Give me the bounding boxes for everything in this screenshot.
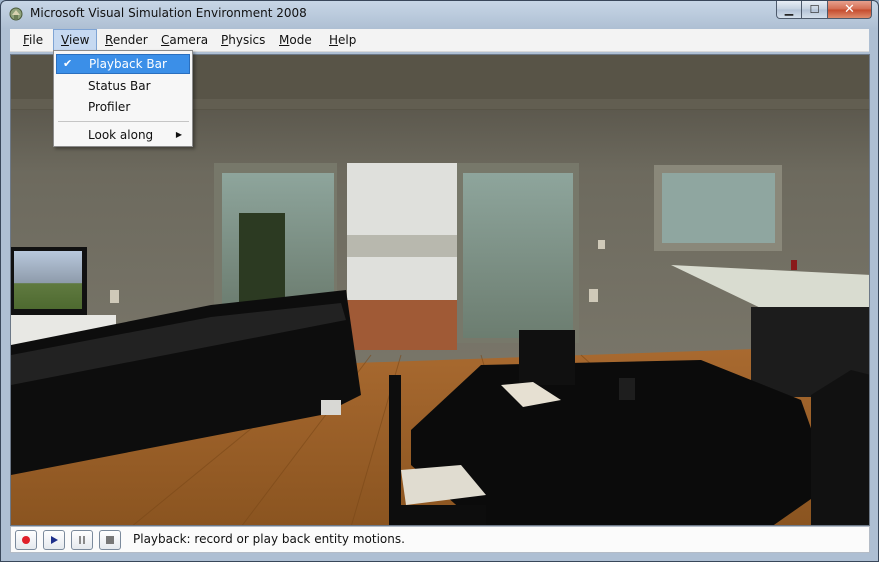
menu-view-label: View — [61, 33, 90, 47]
menu-physics-label: Physics — [221, 33, 266, 47]
menu-mode[interactable]: Mode — [272, 29, 319, 51]
menu-bar: File View Render Camera Physics Mode Hel… — [10, 29, 869, 52]
close-icon: ✕ — [844, 2, 855, 17]
view-menu-dropdown: ✔ Playback Bar Status Bar Profiler Look … — [53, 50, 193, 147]
stop-button[interactable] — [99, 530, 121, 550]
menu-item-label: Playback Bar — [89, 57, 167, 71]
record-button[interactable] — [15, 530, 37, 550]
window-title: Microsoft Visual Simulation Environment … — [30, 6, 307, 20]
app-icon — [9, 7, 23, 21]
app-window: Microsoft Visual Simulation Environment … — [0, 0, 879, 562]
record-icon — [22, 536, 30, 544]
pause-icon — [79, 536, 85, 544]
menu-camera-label: Camera — [161, 33, 209, 47]
close-button[interactable]: ✕ — [828, 1, 872, 19]
title-bar[interactable]: Microsoft Visual Simulation Environment … — [1, 1, 878, 28]
playback-bar: Playback: record or play back entity mot… — [10, 526, 870, 553]
menu-item-label: Status Bar — [88, 79, 151, 93]
menu-file[interactable]: File — [16, 29, 50, 51]
submenu-arrow-icon: ▶ — [175, 130, 182, 139]
menu-item-label: Profiler — [88, 100, 131, 114]
menu-help[interactable]: Help — [322, 29, 363, 51]
maximize-button[interactable]: ☐ — [802, 1, 828, 19]
maximize-icon: ☐ — [809, 3, 820, 16]
menu-separator — [58, 121, 189, 122]
menu-render-label: Render — [105, 33, 148, 47]
status-text: Playback: record or play back entity mot… — [133, 532, 405, 546]
menu-camera[interactable]: Camera — [154, 29, 215, 51]
menu-physics[interactable]: Physics — [214, 29, 272, 51]
checkmark-icon: ✔ — [63, 57, 73, 70]
menu-mode-label: Mode — [279, 33, 312, 47]
play-icon — [51, 536, 58, 544]
minimize-icon: ▁ — [784, 3, 794, 16]
pause-button[interactable] — [71, 530, 93, 550]
menu-item-status-bar[interactable]: Status Bar — [56, 76, 190, 96]
menu-file-label: File — [23, 33, 44, 47]
menu-view[interactable]: View — [53, 29, 98, 51]
menu-render[interactable]: Render — [98, 29, 155, 51]
menu-help-label: Help — [329, 33, 357, 47]
play-button[interactable] — [43, 530, 65, 550]
stop-icon — [106, 536, 114, 544]
menu-item-playback-bar[interactable]: ✔ Playback Bar — [56, 54, 190, 74]
menu-item-look-along[interactable]: Look along ▶ — [56, 125, 190, 145]
menu-item-profiler[interactable]: Profiler — [56, 97, 190, 117]
minimize-button[interactable]: ▁ — [776, 1, 802, 19]
menu-item-label: Look along — [88, 128, 154, 142]
